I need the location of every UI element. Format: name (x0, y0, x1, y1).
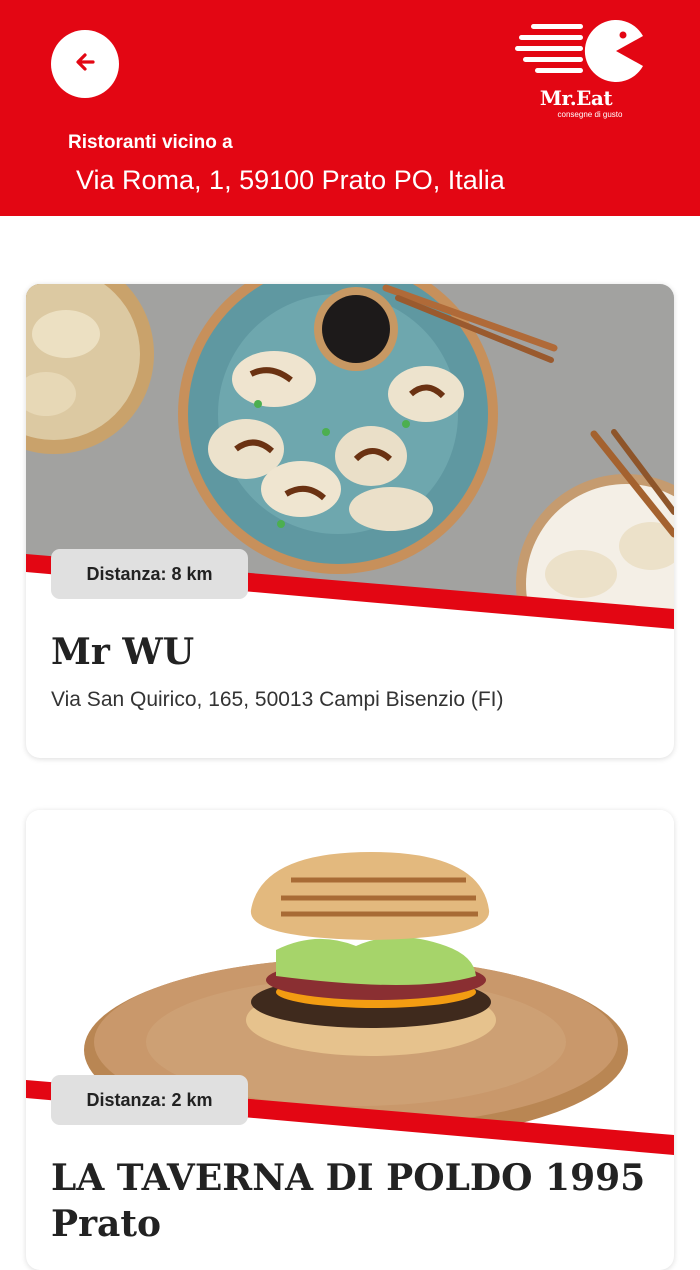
app-header: Mr.Eat consegne di gusto Ristoranti vici… (0, 0, 700, 216)
back-button[interactable] (51, 30, 119, 98)
logo-mark (515, 19, 643, 82)
near-label: Ristoranti vicino a (68, 132, 233, 153)
restaurant-card[interactable]: Distanza: 8 km Mr WU Via San Quirico, 16… (26, 284, 674, 758)
arrow-left-icon (73, 50, 97, 79)
restaurant-name[interactable]: Mr WU (51, 629, 651, 675)
distance-badge: Distanza: 8 km (51, 549, 248, 599)
restaurant-name[interactable]: LA TAVERNA DI POLDO 1995 Prato (51, 1155, 651, 1247)
restaurant-card[interactable]: Distanza: 2 km LA TAVERNA DI POLDO 1995 … (26, 810, 674, 1270)
logo-tagline: consegne di gusto (557, 110, 623, 119)
brand-logo: Mr.Eat consegne di gusto (515, 18, 655, 128)
restaurant-address: Via San Quirico, 165, 50013 Campi Bisenz… (51, 688, 504, 711)
current-address[interactable]: Via Roma, 1, 59100 Prato PO, Italia (76, 165, 505, 196)
distance-badge: Distanza: 2 km (51, 1075, 248, 1125)
logo-name: Mr.Eat (539, 86, 613, 110)
